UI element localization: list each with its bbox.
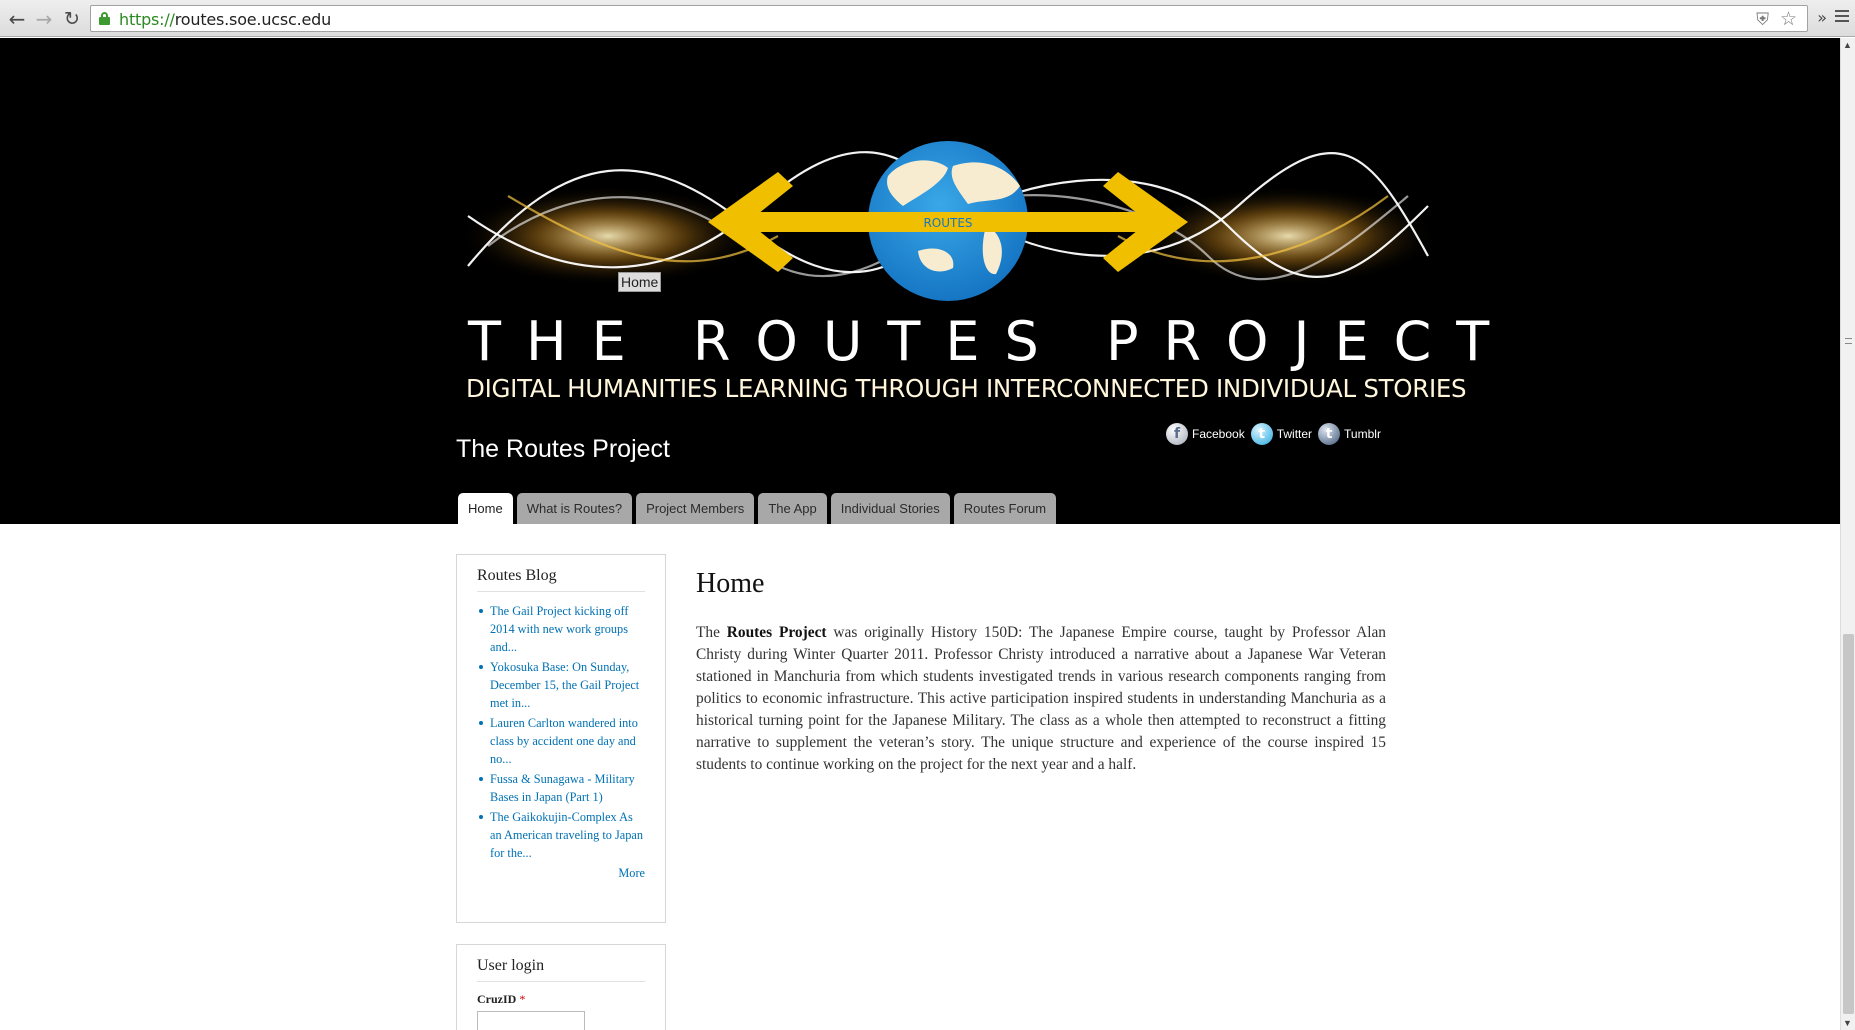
tab-the-app[interactable]: The App [758, 493, 827, 524]
blog-link[interactable]: The Gaikokujin-Complex As an American tr… [477, 808, 645, 862]
tumblr-link[interactable]: t Tumblr [1318, 423, 1381, 445]
blog-link[interactable]: Yokosuka Base: On Sunday, December 15, t… [477, 658, 645, 712]
url-text[interactable]: https://routes.soe.ucsc.edu [119, 10, 331, 29]
page-scrollbar[interactable]: ▲ ▼ [1840, 38, 1855, 1030]
tumblr-icon: t [1318, 423, 1341, 445]
bookmark-star-icon[interactable]: ☆ [1780, 8, 1797, 30]
browser-toolbar: ← → ↻ https://routes.soe.ucsc.edu ⛨ ☆ » [0, 0, 1855, 37]
social-links: f Facebook t Twitter t Tumblr [1166, 422, 1387, 446]
facebook-icon: f [1166, 423, 1188, 445]
twitter-link[interactable]: t Twitter [1250, 423, 1313, 445]
shield-icon[interactable]: ⛨ [1756, 10, 1769, 30]
twitter-icon: t [1250, 423, 1273, 445]
lock-icon [99, 12, 110, 25]
scroll-down-arrow-icon[interactable]: ▼ [1843, 1018, 1852, 1028]
tab-routes-forum[interactable]: Routes Forum [953, 493, 1057, 524]
reload-button[interactable]: ↻ [61, 8, 83, 30]
page-title: Home [696, 568, 765, 599]
routes-blog-block: Routes Blog The Gail Project kicking off… [456, 554, 666, 923]
forward-button[interactable]: → [33, 8, 55, 30]
scroll-thumb[interactable] [1843, 634, 1854, 1014]
routes-logo[interactable]: ROUTES THE ROUTES PROJECT DIGITAL HUMANI… [448, 86, 1515, 406]
home-tooltip: Home [618, 272, 662, 292]
user-login-block: User login CruzID * [456, 944, 666, 1030]
required-marker: * [519, 992, 526, 1006]
url-protocol: https:// [119, 10, 175, 29]
tab-what-is-routes[interactable]: What is Routes? [516, 493, 633, 524]
address-bar[interactable]: https://routes.soe.ucsc.edu ⛨ ☆ [90, 5, 1808, 32]
main-menu-tabs: Home What is Routes? Project Members The… [458, 493, 1060, 524]
url-host: routes.soe.ucsc.edu [174, 10, 332, 29]
blog-link[interactable]: Lauren Carlton wandered into class by ac… [477, 714, 645, 768]
scroll-up-arrow-icon[interactable]: ▲ [1843, 40, 1852, 50]
logo-subtitle: DIGITAL HUMANITIES LEARNING THROUGH INTE… [466, 374, 1467, 403]
tab-individual-stories[interactable]: Individual Stories [830, 493, 950, 524]
body-rest: was originally History 150D: The Japanes… [696, 624, 1386, 773]
logo-title: THE ROUTES PROJECT [468, 310, 1515, 373]
body-bold: Routes Project [726, 624, 827, 641]
page-body: The Routes Project was originally Histor… [696, 622, 1386, 776]
browser-menu-icon[interactable] [1835, 10, 1849, 24]
extensions-overflow-button[interactable]: » [1817, 8, 1827, 27]
blog-block-title: Routes Blog [477, 567, 645, 592]
blog-link[interactable]: The Gail Project kicking off 2014 with n… [477, 602, 645, 656]
logo-graphic: ROUTES [458, 141, 1438, 301]
blog-link[interactable]: Fussa & Sunagawa - Military Bases in Jap… [477, 770, 645, 806]
back-button[interactable]: ← [6, 8, 28, 30]
login-block-title: User login [477, 957, 645, 982]
page-viewport: ROUTES THE ROUTES PROJECT DIGITAL HUMANI… [0, 38, 1855, 1030]
site-header: ROUTES THE ROUTES PROJECT DIGITAL HUMANI… [0, 38, 1840, 524]
tab-project-members[interactable]: Project Members [636, 493, 755, 524]
routes-badge-text: ROUTES [923, 216, 972, 230]
scroll-grip-icon [1845, 338, 1852, 344]
site-name[interactable]: The Routes Project [456, 435, 670, 464]
twitter-label: Twitter [1276, 427, 1313, 441]
tumblr-label: Tumblr [1344, 427, 1381, 441]
body-lead: The [696, 624, 727, 641]
facebook-link[interactable]: f Facebook [1166, 423, 1245, 445]
cruzid-input[interactable] [477, 1011, 585, 1030]
blog-list: The Gail Project kicking off 2014 with n… [477, 592, 645, 862]
facebook-label: Facebook [1192, 427, 1245, 441]
cruzid-label-text: CruzID [477, 992, 517, 1006]
tab-home[interactable]: Home [458, 493, 513, 524]
cruzid-label: CruzID * [477, 992, 645, 1007]
blog-more-link[interactable]: More [477, 866, 645, 881]
